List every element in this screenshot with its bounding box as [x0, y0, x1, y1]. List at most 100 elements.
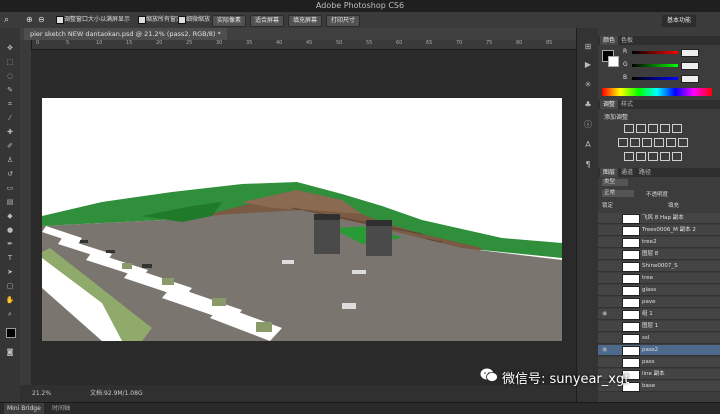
character-icon[interactable]: A	[583, 140, 593, 150]
exposure-adjust-icon[interactable]	[660, 124, 670, 133]
layer-row[interactable]: 图层 1	[598, 321, 720, 332]
blue-slider[interactable]	[632, 77, 678, 80]
gradient-tool-icon[interactable]: ▤	[5, 198, 15, 206]
black-white-adjust-icon[interactable]	[642, 138, 652, 147]
add-adjustment-title: 添加调整	[604, 114, 629, 121]
healing-tool-icon[interactable]: ✚	[5, 128, 15, 136]
blend-mode-select[interactable]: 正常	[602, 190, 634, 197]
channel-mixer-adjust-icon[interactable]	[666, 138, 676, 147]
layer-visibility-eye-icon[interactable]: ◉	[602, 345, 610, 355]
invert-adjust-icon[interactable]	[624, 152, 634, 161]
tab-styles[interactable]: 样式	[618, 100, 636, 109]
selective-color-adjust-icon[interactable]	[672, 152, 682, 161]
mini-bridge-tab[interactable]: Mini Bridge	[4, 403, 44, 414]
horizontal-ruler[interactable]: 051015202530354045505560657075808590	[32, 40, 582, 50]
green-value-field[interactable]	[681, 62, 699, 70]
dodge-tool-icon[interactable]: ●	[5, 226, 15, 234]
red-slider[interactable]	[632, 51, 678, 54]
shape-tool-icon[interactable]: ▢	[5, 282, 15, 290]
path-select-tool-icon[interactable]: ➤	[5, 268, 15, 276]
levels-adjust-icon[interactable]	[636, 124, 646, 133]
hand-tool-icon[interactable]: ✋	[5, 296, 15, 304]
color-panel-bg-swatch[interactable]	[608, 56, 619, 67]
layer-row[interactable]: ssl	[598, 333, 720, 344]
layer-row[interactable]: glass	[598, 285, 720, 296]
photo-filter-adjust-icon[interactable]	[654, 138, 664, 147]
quick-select-tool-icon[interactable]: ✎	[5, 86, 15, 94]
document-canvas[interactable]	[42, 98, 562, 341]
document-tab[interactable]: pier sketch NEW dantaokan.psd @ 21.2% (p…	[24, 28, 227, 40]
layer-row[interactable]: ◉ 组 1	[598, 309, 720, 320]
layer-row[interactable]: tree2	[598, 237, 720, 248]
tab-channels[interactable]: 通道	[618, 168, 636, 177]
foreground-color-swatch[interactable]	[6, 328, 16, 338]
layer-thumbnail	[622, 226, 640, 236]
layer-row[interactable]: Shine0007_S	[598, 261, 720, 272]
blue-value-field[interactable]	[681, 75, 699, 83]
color-balance-adjust-icon[interactable]	[630, 138, 640, 147]
layer-thumbnail	[622, 286, 640, 296]
timeline-tab[interactable]: 时间轴	[52, 403, 70, 414]
layer-name: tree2	[642, 239, 657, 245]
red-value-field[interactable]	[681, 49, 699, 57]
brightness-adjust-icon[interactable]	[624, 124, 634, 133]
gradient-map-adjust-icon[interactable]	[660, 152, 670, 161]
zoom-tool-icon-side[interactable]: ⌕	[5, 310, 15, 318]
layers-panel-tabs: 图层 通道 路径	[598, 168, 720, 177]
threshold-adjust-icon[interactable]	[648, 152, 658, 161]
zoom-all-checkbox[interactable]	[138, 16, 146, 24]
layer-row[interactable]: 图层 8	[598, 249, 720, 260]
marquee-tool-icon[interactable]: ⬚	[5, 58, 15, 66]
clone-source-icon[interactable]: ♣	[583, 100, 593, 110]
stamp-tool-icon[interactable]: ♙	[5, 156, 15, 164]
fit-screen-button[interactable]: 适合屏幕	[250, 15, 285, 27]
resize-windows-checkbox[interactable]	[56, 16, 64, 24]
zoom-out-icon[interactable]: ⊖	[38, 12, 45, 28]
move-tool-icon[interactable]: ✥	[5, 44, 15, 52]
layer-name: Shine0007_S	[642, 263, 678, 269]
blur-tool-icon[interactable]: ◆	[5, 212, 15, 220]
green-slider[interactable]	[632, 64, 678, 67]
eyedropper-tool-icon[interactable]: ⁄	[5, 114, 15, 122]
actual-pixels-button[interactable]: 实际像素	[212, 15, 247, 27]
layer-row[interactable]: Trees0006_M 副本 2	[598, 225, 720, 236]
info-icon[interactable]: ⓘ	[583, 120, 593, 130]
brush-tool-icon[interactable]: ✐	[5, 142, 15, 150]
history-icon[interactable]: ⊞	[583, 42, 593, 52]
brush-preset-icon[interactable]: ✳	[583, 80, 593, 90]
eraser-tool-icon[interactable]: ▭	[5, 184, 15, 192]
paragraph-icon[interactable]: ¶	[583, 160, 593, 170]
tab-adjustments[interactable]: 调整	[600, 100, 619, 109]
crop-tool-icon[interactable]: ⌗	[5, 100, 15, 108]
workspace-switcher[interactable]: 基本功能	[662, 15, 697, 27]
tab-paths[interactable]: 路径	[636, 168, 654, 177]
layer-visibility-eye-icon[interactable]: ◉	[602, 309, 610, 319]
tab-swatches[interactable]: 色板	[618, 36, 636, 45]
layer-row[interactable]: ◉ pass2	[598, 345, 720, 356]
zoom-in-icon[interactable]: ⊕	[26, 12, 33, 28]
layer-kind-filter[interactable]: 类型	[602, 179, 628, 186]
tab-color[interactable]: 颜色	[600, 36, 619, 45]
color-spectrum-bar[interactable]	[602, 88, 712, 96]
vibrance-adjust-icon[interactable]	[672, 124, 682, 133]
pen-tool-icon[interactable]: ✒	[5, 240, 15, 248]
color-lookup-adjust-icon[interactable]	[678, 138, 688, 147]
tab-layers[interactable]: 图层	[600, 168, 619, 177]
type-tool-icon[interactable]: T	[5, 254, 15, 262]
layer-row[interactable]: 飞风 8 Hap 副本	[598, 213, 720, 224]
posterize-adjust-icon[interactable]	[636, 152, 646, 161]
curves-adjust-icon[interactable]	[648, 124, 658, 133]
layer-row[interactable]: pave	[598, 297, 720, 308]
zoom-tool-icon[interactable]: ⌕	[4, 12, 9, 28]
layer-row[interactable]: pass	[598, 357, 720, 368]
zoom-readout[interactable]: 21.2%	[32, 385, 51, 402]
layer-row[interactable]: tree	[598, 273, 720, 284]
lasso-tool-icon[interactable]: ◌	[5, 72, 15, 80]
hue-adjust-icon[interactable]	[618, 138, 628, 147]
fill-screen-button[interactable]: 填充屏幕	[288, 15, 323, 27]
quick-mask-icon[interactable]: ◙	[5, 348, 15, 356]
scrubby-zoom-checkbox[interactable]	[178, 16, 186, 24]
history-brush-tool-icon[interactable]: ↺	[5, 170, 15, 178]
print-size-button[interactable]: 打印尺寸	[326, 15, 361, 27]
actions-icon[interactable]: ▶	[583, 60, 593, 70]
